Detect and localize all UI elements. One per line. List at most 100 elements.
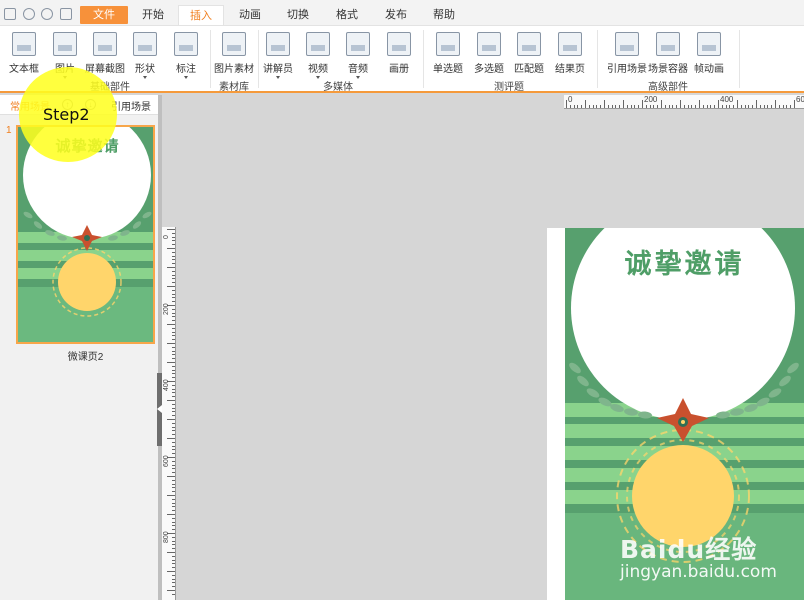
tab-animation[interactable]: 动画 bbox=[230, 5, 270, 25]
audio-button[interactable]: 音频 bbox=[338, 32, 378, 79]
ruler-tick bbox=[172, 346, 175, 348]
ruler-tick bbox=[172, 312, 175, 314]
ruler-label: 600 bbox=[163, 455, 170, 467]
picture-icon bbox=[53, 32, 77, 56]
settings-icon[interactable] bbox=[41, 8, 53, 20]
tab-help[interactable]: 帮助 bbox=[424, 5, 464, 25]
ruler-tick bbox=[172, 255, 175, 257]
ruler-tick bbox=[167, 286, 175, 287]
ruler-tick bbox=[630, 105, 632, 108]
tab-file[interactable]: 文件 bbox=[80, 6, 128, 24]
tab-insert[interactable]: 插入 bbox=[178, 5, 224, 25]
ruler-tick bbox=[721, 105, 723, 108]
ruler-tick bbox=[172, 468, 175, 470]
ruler-tick bbox=[167, 248, 175, 249]
ruler-tick bbox=[167, 438, 175, 439]
ruler-tick bbox=[794, 100, 795, 108]
save-icon[interactable] bbox=[4, 8, 16, 20]
ruler-tick bbox=[172, 316, 175, 318]
single-choice-button[interactable]: 单选题 bbox=[428, 32, 468, 75]
presenter-button[interactable]: 讲解员 bbox=[258, 32, 298, 79]
single-choice-label: 单选题 bbox=[433, 64, 463, 75]
tab-start[interactable]: 开始 bbox=[133, 5, 173, 25]
ruler-tick bbox=[172, 430, 175, 432]
result-page-icon bbox=[558, 32, 582, 56]
image-library-icon bbox=[222, 32, 246, 56]
ruler-tick bbox=[172, 567, 175, 569]
ruler-tick bbox=[172, 396, 175, 398]
ruler-tick bbox=[172, 525, 175, 527]
ruler-tick bbox=[172, 403, 175, 405]
ruler-tick bbox=[687, 105, 689, 108]
ruler-tick bbox=[172, 536, 175, 538]
ruler-tick bbox=[172, 510, 175, 512]
tab-format[interactable]: 格式 bbox=[327, 5, 367, 25]
ruler-tick bbox=[172, 563, 175, 565]
tab-transition[interactable]: 切换 bbox=[278, 5, 318, 25]
ruler-label: 0 bbox=[163, 235, 170, 239]
matching-label: 匹配题 bbox=[514, 64, 544, 75]
ruler-tick bbox=[172, 270, 175, 272]
group-label-multimedia: 多媒体 bbox=[323, 82, 353, 93]
screen-icon[interactable] bbox=[60, 8, 72, 20]
textbox-icon bbox=[12, 32, 36, 56]
textbox-button[interactable]: 文本框 bbox=[4, 32, 44, 75]
multiple-choice-button[interactable]: 多选题 bbox=[469, 32, 509, 75]
ruler-tick bbox=[172, 521, 175, 523]
scene-container-label: 场景容器 bbox=[648, 64, 688, 75]
ruler-tick bbox=[172, 506, 175, 508]
ruler-tick bbox=[167, 362, 175, 363]
callout-button[interactable]: 标注 bbox=[166, 32, 206, 79]
screenshot-button[interactable]: 屏幕截图 bbox=[85, 32, 125, 75]
baidu-watermark-logo: Baidu经验 bbox=[620, 535, 758, 564]
ruler-tick bbox=[775, 100, 776, 108]
ruler-tick bbox=[718, 100, 719, 108]
ruler-tick bbox=[172, 415, 175, 417]
album-button[interactable]: 画册 bbox=[379, 32, 419, 75]
callout-icon bbox=[174, 32, 198, 56]
ruler-tick bbox=[172, 293, 175, 295]
ruler-tick bbox=[172, 460, 175, 462]
ruler-tick bbox=[172, 453, 175, 455]
ruler-tick bbox=[172, 487, 175, 489]
reference-scene-button[interactable]: 引用场景 bbox=[607, 32, 647, 75]
preview-icon[interactable] bbox=[23, 8, 35, 20]
ruler-tick bbox=[172, 232, 175, 234]
image-library-button[interactable]: 图片素材 bbox=[214, 32, 254, 75]
ruler-tick bbox=[744, 105, 746, 108]
ruler-tick bbox=[771, 105, 773, 108]
audio-label: 音频 bbox=[348, 64, 368, 75]
ruler-tick bbox=[167, 343, 175, 344]
ruler-tick bbox=[600, 105, 602, 108]
frame-animation-icon bbox=[697, 32, 721, 56]
ruler-tick bbox=[172, 259, 175, 261]
ruler-tick bbox=[172, 578, 175, 580]
frame-animation-button[interactable]: 帧动画 bbox=[689, 32, 729, 75]
ruler-tick bbox=[172, 422, 175, 424]
ruler-label: 800 bbox=[163, 531, 170, 543]
ruler-tick bbox=[592, 105, 594, 108]
ruler-tick bbox=[596, 105, 598, 108]
video-icon bbox=[306, 32, 330, 56]
shape-button[interactable]: 形状 bbox=[125, 32, 165, 79]
ruler-tick bbox=[172, 586, 175, 588]
ruler-tick bbox=[172, 240, 175, 242]
ruler-tick bbox=[167, 324, 175, 325]
ruler-tick bbox=[676, 105, 678, 108]
ruler-tick bbox=[645, 105, 647, 108]
matching-button[interactable]: 匹配题 bbox=[509, 32, 549, 75]
result-page-button[interactable]: 结果页 bbox=[550, 32, 590, 75]
ruler-tick bbox=[672, 105, 674, 108]
ruler-tick bbox=[172, 244, 175, 246]
ruler-tick bbox=[167, 514, 175, 515]
scene-container-button[interactable]: 场景容器 bbox=[648, 32, 688, 75]
ruler-tick bbox=[172, 263, 175, 265]
ruler-tick bbox=[566, 100, 567, 108]
tab-reference-scenes[interactable]: 引用场景 bbox=[111, 98, 151, 113]
ruler-tick bbox=[172, 544, 175, 546]
tab-publish[interactable]: 发布 bbox=[376, 5, 416, 25]
single-choice-icon bbox=[436, 32, 460, 56]
ruler-tick bbox=[172, 350, 175, 352]
video-button[interactable]: 视频 bbox=[298, 32, 338, 79]
page-title[interactable]: 诚挚邀请 bbox=[565, 242, 804, 281]
